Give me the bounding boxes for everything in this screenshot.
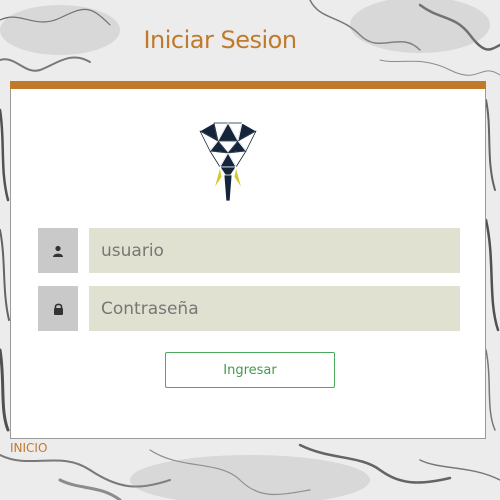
page-title: Iniciar Sesion bbox=[143, 26, 297, 54]
username-input[interactable] bbox=[89, 228, 460, 273]
submit-button[interactable]: Ingresar bbox=[165, 352, 335, 388]
password-input[interactable] bbox=[89, 286, 460, 331]
elephant-logo-icon bbox=[199, 122, 257, 202]
user-icon bbox=[38, 228, 78, 273]
card-accent-bar bbox=[10, 81, 486, 89]
username-row bbox=[38, 228, 460, 273]
lock-icon bbox=[38, 286, 78, 331]
login-card: Ingresar bbox=[10, 81, 486, 439]
password-row bbox=[38, 286, 460, 331]
inicio-link[interactable]: INICIO bbox=[10, 441, 47, 455]
